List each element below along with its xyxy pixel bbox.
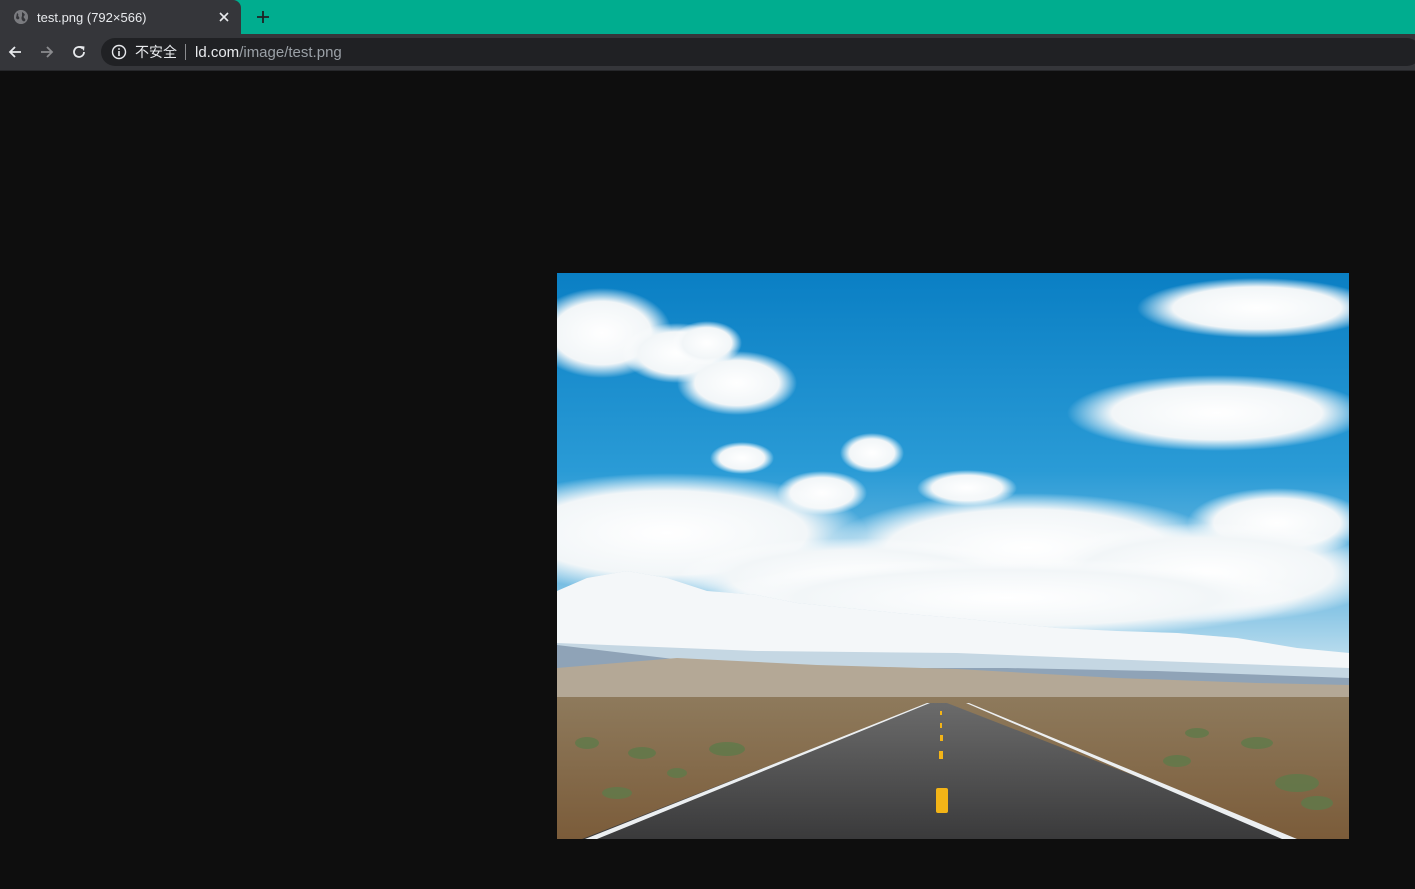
reload-button[interactable] — [67, 40, 91, 64]
close-icon[interactable] — [214, 7, 234, 27]
plus-icon — [257, 11, 269, 23]
new-tab-button[interactable] — [251, 5, 275, 29]
browser-toolbar: 不安全 ld.com /image/test.png — [0, 34, 1415, 71]
address-bar[interactable]: 不安全 ld.com /image/test.png — [101, 38, 1415, 66]
address-separator — [185, 44, 186, 60]
info-icon[interactable] — [111, 44, 127, 60]
landscape-road-photo[interactable] — [557, 273, 1349, 839]
reload-icon — [73, 46, 85, 58]
tab-active[interactable]: test.png (792×566) — [0, 0, 241, 34]
forward-button[interactable] — [35, 40, 59, 64]
security-status-text[interactable]: 不安全 — [135, 42, 177, 62]
arrow-left-icon — [8, 46, 21, 58]
globe-icon — [14, 10, 28, 24]
url-path: /image/test.png — [239, 43, 342, 61]
tab-strip: test.png (792×566) — [0, 0, 1415, 34]
tab-title: test.png (792×566) — [37, 9, 147, 25]
url-host: ld.com — [195, 43, 240, 61]
arrow-right-icon — [41, 46, 54, 58]
back-button[interactable] — [3, 40, 27, 64]
